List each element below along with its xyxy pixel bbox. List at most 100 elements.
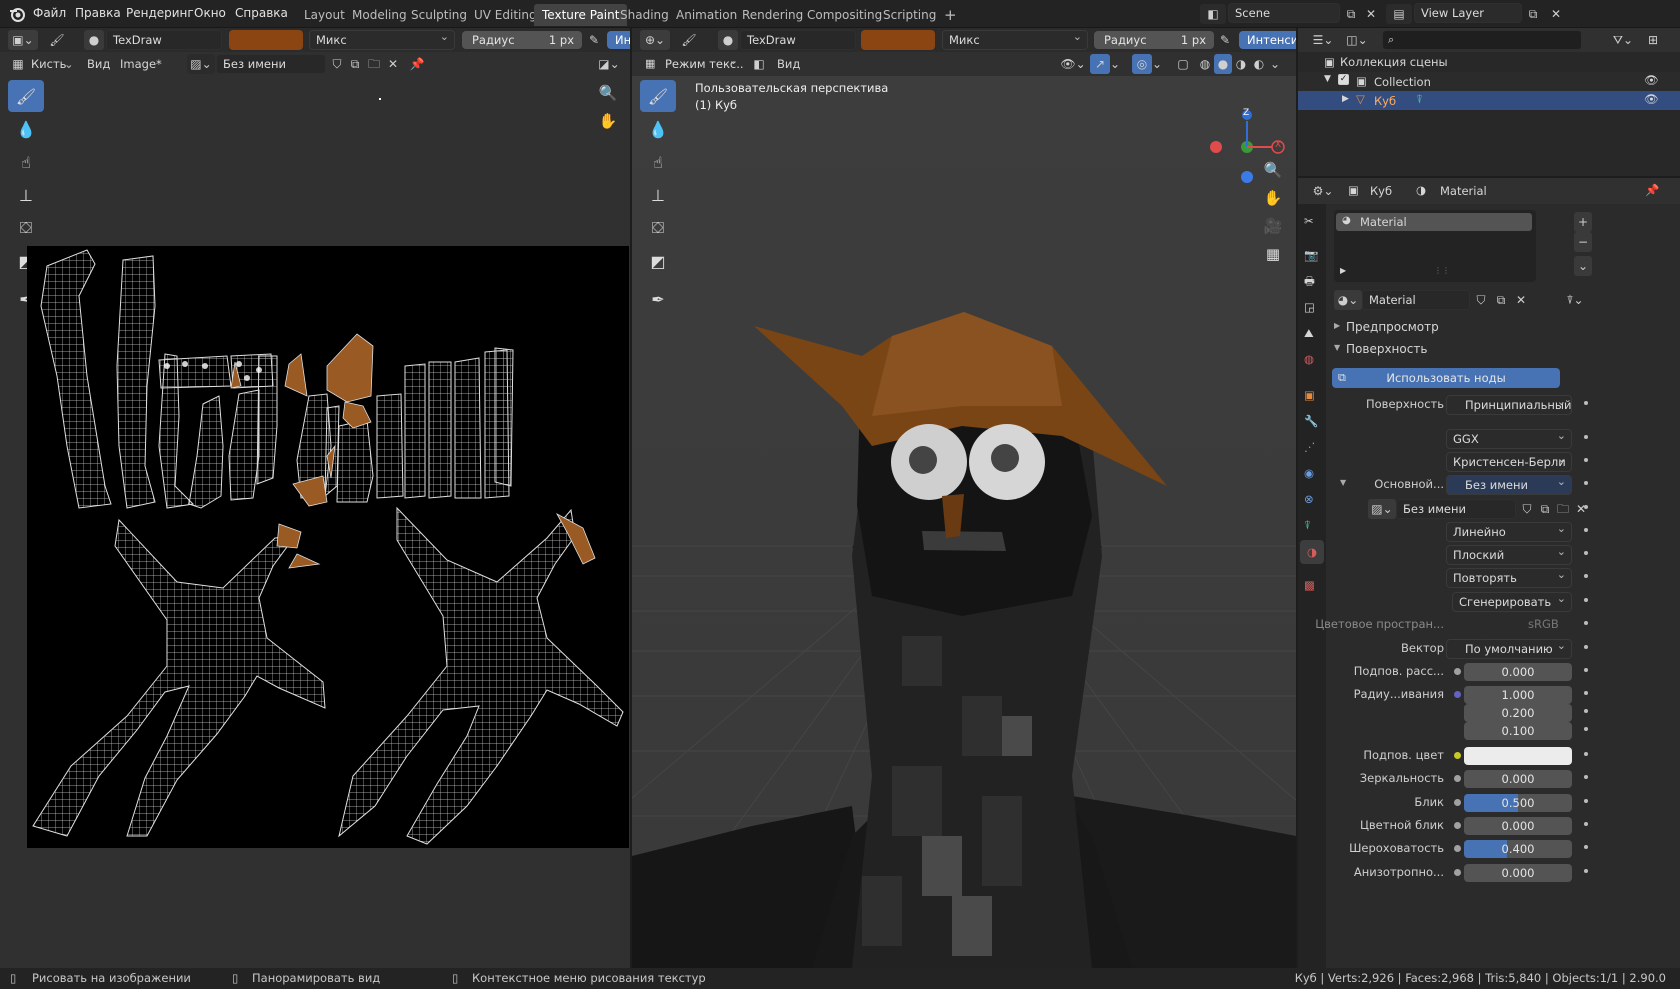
enum-dropdown[interactable]: Линейно <box>1446 522 1572 542</box>
scene-selector-icon[interactable]: ◧ <box>1200 4 1226 24</box>
keyframe-dot[interactable] <box>1584 505 1588 509</box>
keyframe-dot[interactable] <box>1584 621 1588 625</box>
viewport-mask-tool-icon[interactable]: ◩ <box>640 245 676 277</box>
viewport-radius-field[interactable]: Радиус 1 px <box>1094 31 1214 49</box>
xray-icon[interactable]: ▢ <box>1172 54 1194 74</box>
image-new-icon[interactable]: ⧉ <box>1536 499 1554 519</box>
brush-menu[interactable]: Кисть <box>31 57 66 71</box>
viewport-view-menu[interactable]: Вид <box>777 57 800 71</box>
enum-dropdown[interactable]: Повторять <box>1446 568 1572 588</box>
tab-uv-editing[interactable]: UV Editing <box>466 4 545 26</box>
node-link-dropdown[interactable]: Принципиальный В... <box>1446 395 1572 415</box>
viewport-pan-icon[interactable]: ✋ <box>1260 185 1286 211</box>
viewport-editor-type-icon[interactable]: ⊕⌄ <box>640 30 670 50</box>
keyframe-dot[interactable] <box>1584 775 1588 779</box>
keyframe-dot[interactable] <box>1584 822 1588 826</box>
modifiers-tab-icon[interactable]: 🔧 <box>1304 414 1318 428</box>
soften-tool-icon[interactable]: 💧 <box>8 113 44 145</box>
display-channels-icon[interactable]: ◪⌄ <box>594 54 624 74</box>
slot-list-expand-icon[interactable]: ▶ <box>1340 266 1346 275</box>
material-copy-icon[interactable]: ⧉ <box>1492 290 1510 310</box>
viewport-zoom-icon[interactable]: 🔍 <box>1260 157 1286 183</box>
keyframe-dot[interactable] <box>1584 551 1588 555</box>
viewport-smear-tool-icon[interactable]: ☝ <box>640 146 676 178</box>
socket-icon[interactable] <box>1454 752 1461 759</box>
strength-field[interactable]: Ин <box>607 31 630 49</box>
numeric-field[interactable]: 0.000 <box>1464 770 1572 788</box>
viewport-brush-preview-icon[interactable]: ● <box>718 30 738 50</box>
viewport-blend-dropdown[interactable]: Микс <box>942 30 1088 50</box>
physics-tab-icon[interactable]: ◉ <box>1304 466 1314 480</box>
clone-tool-icon[interactable]: ⊥ <box>8 179 44 211</box>
socket-icon[interactable] <box>1454 775 1461 782</box>
viewport-strength-field[interactable]: Интенсив <box>1239 31 1296 49</box>
material-slot-item[interactable]: ◕ Material <box>1336 213 1532 231</box>
blender-logo-icon[interactable] <box>8 5 26 23</box>
outliner-display-mode-icon[interactable]: ◫⌄ <box>1342 30 1372 50</box>
camera-view-icon[interactable]: 🎥 <box>1260 213 1286 239</box>
outliner-editor-type-icon[interactable]: ☰⌄ <box>1308 30 1338 50</box>
socket-icon[interactable] <box>1454 869 1461 876</box>
keyframe-dot[interactable] <box>1584 752 1588 756</box>
output-tab-icon[interactable]: 🖶 <box>1304 274 1315 293</box>
texture-paint-mode-icon[interactable]: ▦ <box>8 54 28 74</box>
add-workspace-button[interactable]: + <box>936 4 965 26</box>
brush-icon[interactable]: 🖌 <box>46 30 68 50</box>
keyframe-dot[interactable] <box>1584 668 1588 672</box>
zoom-icon[interactable]: 🔍 <box>595 80 621 106</box>
smear-tool-icon[interactable]: ☝ <box>8 146 44 178</box>
fill-tool-icon[interactable]: ⛋ <box>8 212 44 244</box>
pan-hand-icon[interactable]: ✋ <box>595 108 621 134</box>
numeric-field[interactable]: 0.100 <box>1464 722 1572 740</box>
node-link-dropdown[interactable]: Без имени <box>1446 475 1572 495</box>
delete-view-layer-icon[interactable]: ✕ <box>1545 4 1567 24</box>
expand-collection-icon[interactable]: ▼ <box>1324 74 1331 84</box>
pin-icon[interactable]: 📌 <box>406 54 428 74</box>
material-browse-icon[interactable]: ◕⌄ <box>1334 290 1362 310</box>
keyframe-dot[interactable] <box>1584 481 1588 485</box>
menu-help[interactable]: Справка <box>235 6 288 20</box>
keyframe-dot[interactable] <box>1584 645 1588 649</box>
slot-specials-icon[interactable]: ⌄ <box>1574 256 1592 276</box>
image-open-icon[interactable]: 🗀 <box>1554 499 1572 519</box>
scene-name-field[interactable]: Scene <box>1228 3 1340 23</box>
new-collection-icon[interactable]: ⊞ <box>1642 30 1664 50</box>
subsurface-color-swatch[interactable] <box>1464 747 1572 765</box>
tab-sculpting[interactable]: Sculpting <box>403 4 475 26</box>
enum-dropdown[interactable]: Плоский <box>1446 545 1572 565</box>
view-layer-tab-icon[interactable]: ◲ <box>1304 300 1315 314</box>
numeric-field[interactable]: 0.000 <box>1464 663 1572 681</box>
socket-icon[interactable] <box>1454 845 1461 852</box>
scene-tab-icon[interactable]: ⛰ <box>1304 326 1314 341</box>
keyframe-dot[interactable] <box>1584 598 1588 602</box>
keyframe-dot[interactable] <box>1584 727 1588 731</box>
collection-visibility-icon[interactable]: 👁 <box>1644 73 1659 87</box>
texture-image-field[interactable]: Без имени <box>1396 499 1516 519</box>
viewport-annotate-tool-icon[interactable]: ✒ <box>640 283 676 315</box>
keyframe-dot[interactable] <box>1584 458 1588 462</box>
ortho-toggle-icon[interactable]: ▦ <box>1260 241 1286 267</box>
brush-preview-icon[interactable]: ● <box>84 30 104 50</box>
properties-pin-icon[interactable]: 📌 <box>1645 183 1659 197</box>
use-nodes-button[interactable]: ⧉ Использовать ноды <box>1332 368 1560 388</box>
keyframe-dot[interactable] <box>1584 799 1588 803</box>
outliner-row-cube[interactable]: ▶ ▽ Куб ⍒ 👁 <box>1298 91 1680 110</box>
world-tab-icon[interactable]: ◍ <box>1304 352 1314 366</box>
viewport-brush-icon[interactable]: 🖌 <box>678 30 700 50</box>
keyframe-dot[interactable] <box>1584 435 1588 439</box>
viewport-brush-color-swatch[interactable] <box>861 30 935 50</box>
texture-tab-icon[interactable]: ▩ <box>1304 578 1315 592</box>
shading-dropdown-icon[interactable]: ⌄ <box>1268 54 1282 74</box>
unlink-image-icon[interactable]: ✕ <box>382 54 404 74</box>
keyframe-dot[interactable] <box>1584 691 1588 695</box>
image-browse-icon[interactable]: ▨⌄ <box>1368 499 1396 519</box>
view-layer-icon[interactable]: ▤ <box>1386 4 1412 24</box>
pressure-radius-icon[interactable]: ✎ <box>583 30 605 50</box>
particles-tab-icon[interactable]: ⋰ <box>1304 440 1316 454</box>
node-link-dropdown[interactable]: По умолчанию <box>1446 639 1572 659</box>
keyframe-dot[interactable] <box>1584 401 1588 405</box>
material-name-field[interactable]: Material <box>1362 290 1470 310</box>
numeric-field[interactable]: 0.400 <box>1464 840 1572 858</box>
solid-shading-icon[interactable]: ● <box>1214 54 1232 74</box>
viewport-clone-tool-icon[interactable]: ⊥ <box>640 179 676 211</box>
